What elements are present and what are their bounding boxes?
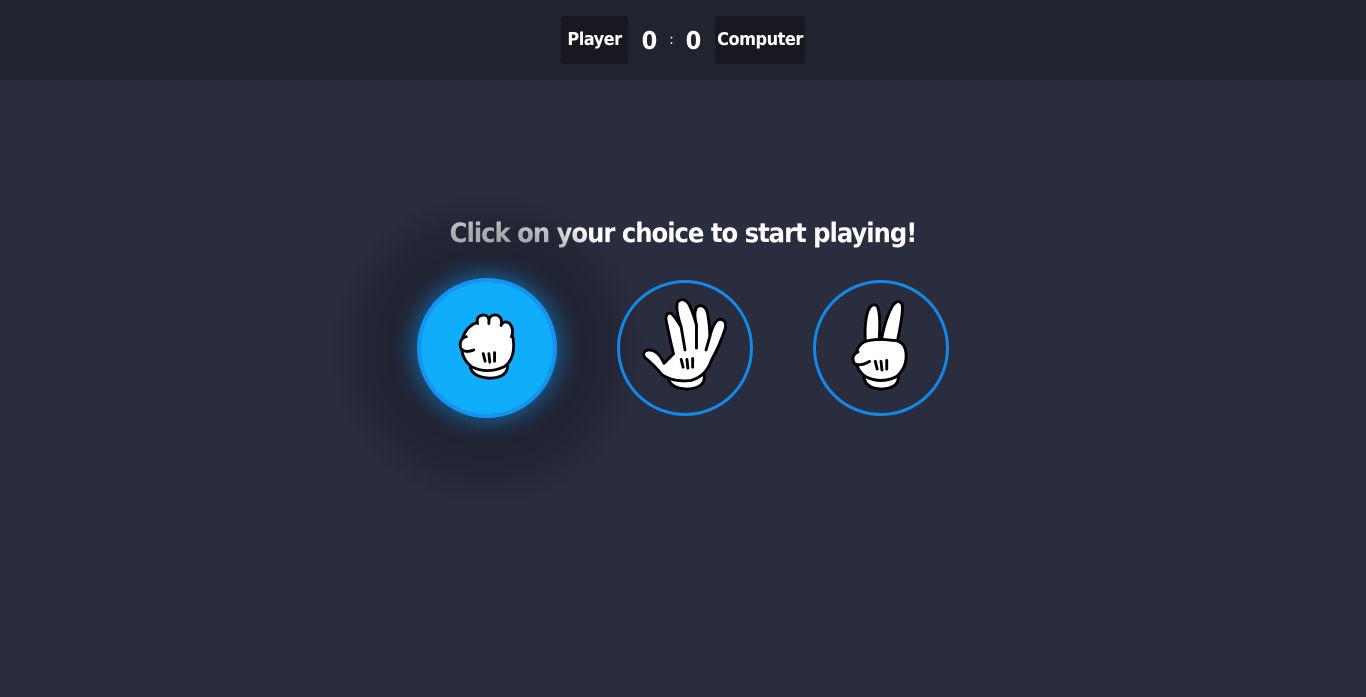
peace-hand-icon <box>851 300 908 391</box>
paper-choice-button[interactable] <box>617 280 753 416</box>
scoreboard: Player 0 : 0 Computer <box>561 16 805 64</box>
player-score: 0 <box>641 25 658 55</box>
fist-icon <box>458 313 516 380</box>
computer-score: 0 <box>685 25 702 55</box>
score-separator: : <box>669 32 674 48</box>
computer-label: Computer <box>715 16 805 64</box>
scissors-choice-button[interactable] <box>813 280 949 416</box>
top-bar: Player 0 : 0 Computer <box>0 0 1366 80</box>
start-prompt: Click on your choice to start playing! <box>449 218 918 249</box>
score-display: 0 : 0 <box>628 26 715 55</box>
rock-choice-button[interactable] <box>417 278 557 418</box>
open-hand-icon <box>642 298 727 391</box>
player-label: Player <box>561 16 628 64</box>
